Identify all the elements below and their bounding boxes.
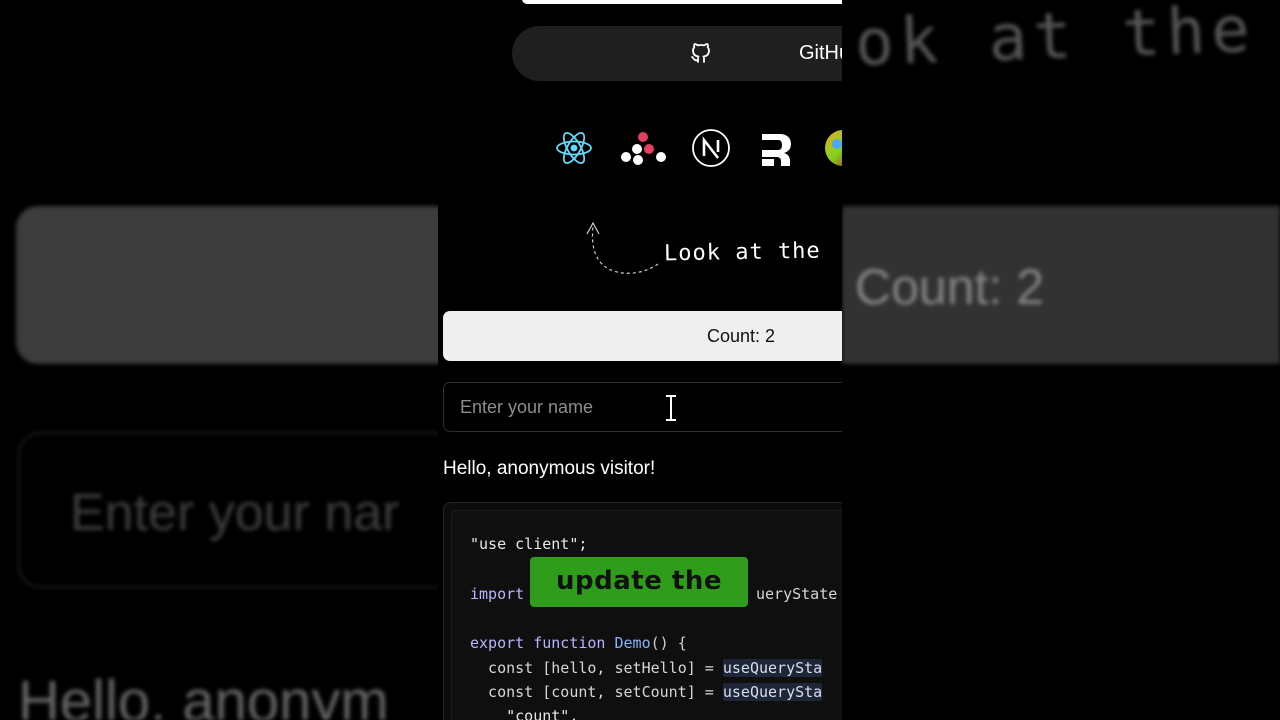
- backdrop-count-panel-left: [16, 206, 456, 364]
- code-token-import: import: [470, 585, 525, 603]
- code-token-count-string: "count",: [470, 707, 579, 720]
- code-token-demo: Demo: [614, 634, 651, 652]
- curved-arrow-icon: [586, 221, 659, 274]
- code-token-paren: () {: [650, 634, 687, 652]
- phone-viewport: GitHub: [438, 0, 842, 720]
- handwritten-note: Look at the: [663, 238, 821, 267]
- code-token-usequerystate: ueryState: [756, 585, 838, 603]
- text-cursor-icon: [666, 394, 676, 422]
- video-caption: update the: [530, 557, 748, 607]
- name-input[interactable]: [443, 382, 842, 432]
- code-line-3: export function Demo() {: [470, 634, 687, 652]
- greeting-text: Hello, anonymous visitor!: [443, 458, 656, 479]
- remix-icon: [762, 134, 791, 166]
- code-token-string: "use client";: [470, 535, 588, 553]
- github-label: GitHub: [799, 42, 842, 64]
- code-line-4: const [hello, setHello] = useQuerySta: [470, 659, 823, 677]
- code-token-export-function: export function: [470, 634, 606, 652]
- github-icon: [691, 43, 710, 63]
- code-token-usequerystate-count: useQuerySta: [722, 683, 823, 701]
- caption-text: update the: [556, 566, 722, 596]
- backdrop-hand-note: ok at the: [853, 0, 1257, 81]
- code-inner-panel: "use client"; import ueryState export fun…: [451, 510, 842, 720]
- github-button[interactable]: GitHub: [512, 26, 842, 81]
- framework-logos: [438, 128, 842, 174]
- count-label: Count: 2: [707, 326, 776, 346]
- nextjs-icon: [692, 129, 730, 167]
- code-line-5: const [count, setCount] = useQuerySta: [470, 683, 823, 701]
- colorful-app-icon: [825, 130, 842, 166]
- backdrop-hello-text: Hello, anonym: [18, 669, 389, 720]
- backdrop-input-text: Enter your nar: [70, 484, 400, 542]
- code-block: "use client"; import ueryState export fun…: [443, 502, 842, 720]
- count-button[interactable]: Count: 2: [443, 311, 842, 361]
- code-line-2: import ueryState: [470, 585, 837, 603]
- code-token-const-hello: const [hello, setHello] =: [470, 659, 723, 677]
- code-token-usequerystate-hello: useQuerySta: [722, 659, 823, 677]
- react-icon: [556, 132, 592, 164]
- backdrop-count-text: Count: 2: [855, 259, 1045, 315]
- code-line-6: "count",: [470, 707, 578, 720]
- code-token-const-count: const [count, setCount] =: [470, 683, 723, 701]
- top-button-edge[interactable]: [522, 0, 842, 4]
- code-line-1: "use client";: [470, 535, 587, 553]
- tanstack-icon: [621, 132, 666, 165]
